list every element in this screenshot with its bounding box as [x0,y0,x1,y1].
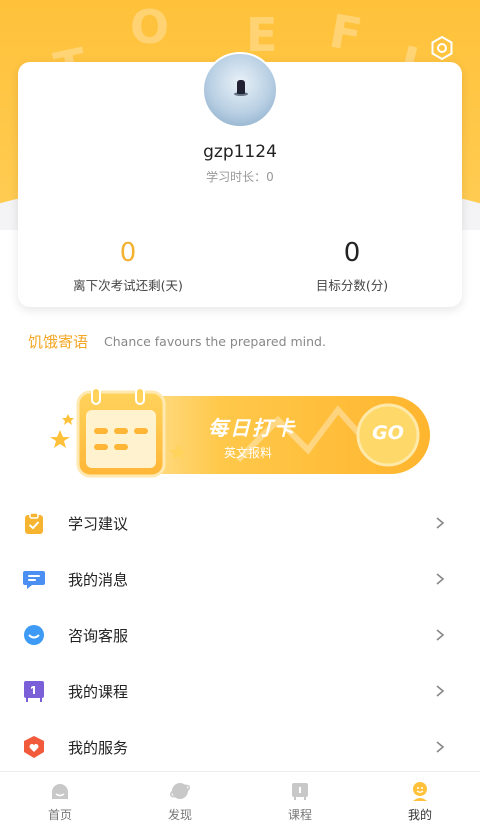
menu-item-label: 我的服务 [68,738,129,757]
menu-item-study-advice[interactable]: 学习建议 [0,495,480,551]
target-score-value: 0 [343,238,361,268]
go-button[interactable]: GO [358,422,418,444]
menu-item-label: 咨询客服 [68,626,129,645]
course-tab-icon [292,783,308,800]
discover-icon [169,783,191,799]
username: gzp1124 [203,142,277,162]
tab-label: 课程 [287,808,312,822]
gear-icon [431,35,453,61]
study-time: 学习时长：0 [206,170,274,184]
menu-item-my-services[interactable]: 我的服务 [0,719,480,775]
tab-discover[interactable]: 发现 [120,772,240,828]
banner-subtitle: 英文报料 [224,446,273,460]
bottom-tab-bar: 首页 发现 课程 我的 [0,771,480,828]
menu-list: 学习建议 我的消息 咨询客服 我的课程 我的服务 [0,495,480,775]
message-icon [23,571,45,589]
motto: 饥饿寄语 Chance favours the prepared mind. [28,331,326,352]
tab-profile[interactable]: 我的 [360,772,480,828]
target-score-stat[interactable]: 0 目标分数(分) [232,237,472,294]
tab-courses[interactable]: 课程 [240,772,360,828]
settings-button[interactable] [428,34,456,62]
decoration-letter: O [130,0,170,54]
clipboard-icon [25,512,43,534]
chevron-right-icon [436,517,445,529]
days-left-stat[interactable]: 0 离下次考试还剩(天) [8,237,248,294]
menu-item-customer-service[interactable]: 咨询客服 [0,607,480,663]
decoration-letter: F [325,3,366,63]
tab-label: 我的 [407,808,432,822]
banner-title: 每日打卡 [208,416,296,440]
motto-text: Chance favours the prepared mind. [104,334,326,349]
service-icon [24,736,44,758]
days-left-value: 0 [119,238,137,268]
chevron-right-icon [436,573,445,585]
profile-icon [413,782,427,801]
course-icon [24,681,44,702]
daily-checkin-banner[interactable]: 每日打卡 英文报料 GO [48,380,438,490]
home-icon [52,784,68,799]
avatar-shadow [234,92,248,96]
target-score-label: 目标分数(分) [315,278,389,293]
tab-home[interactable]: 首页 [0,772,120,828]
support-icon [24,625,44,645]
avatar[interactable] [202,52,278,128]
menu-item-label: 我的消息 [68,570,129,589]
chevron-right-icon [436,685,445,697]
menu-item-my-courses[interactable]: 我的课程 [0,663,480,719]
chevron-right-icon [436,741,445,753]
tab-label: 首页 [47,808,72,822]
motto-tag: 饥饿寄语 [28,333,89,351]
menu-item-label: 学习建议 [68,514,129,533]
chevron-right-icon [436,629,445,641]
tab-label: 发现 [167,808,192,822]
menu-item-messages[interactable]: 我的消息 [0,551,480,607]
days-left-label: 离下次考试还剩(天) [73,278,183,293]
menu-item-label: 我的课程 [68,682,129,701]
